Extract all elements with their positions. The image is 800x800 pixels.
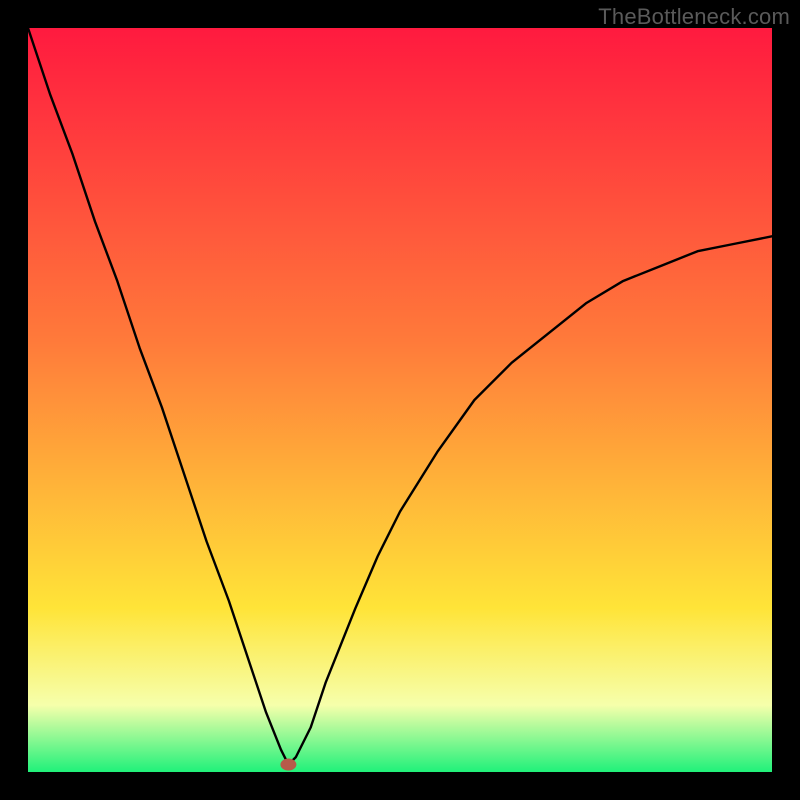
chart-stage: TheBottleneck.com bbox=[0, 0, 800, 800]
bottleneck-chart bbox=[28, 28, 772, 772]
minimum-marker bbox=[280, 759, 296, 771]
gradient-background bbox=[28, 28, 772, 772]
watermark-text: TheBottleneck.com bbox=[598, 4, 790, 30]
